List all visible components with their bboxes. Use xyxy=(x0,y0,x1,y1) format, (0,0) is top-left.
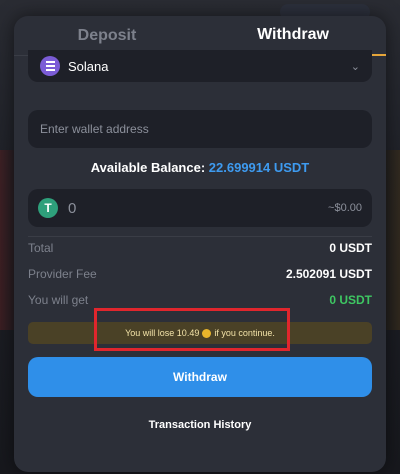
network-select[interactable]: Solana ⌄ xyxy=(28,50,372,82)
chevron-down-icon: ⌄ xyxy=(350,60,360,73)
network-label: Solana xyxy=(68,58,109,74)
amount-value[interactable]: 0 xyxy=(68,200,76,217)
red-highlight-box xyxy=(94,308,290,351)
total-label: Total xyxy=(28,241,54,255)
divider xyxy=(28,236,372,237)
backdrop-right-panel xyxy=(386,150,400,330)
you-will-get-value: 0 USDT xyxy=(329,293,372,307)
balance-value: 22.699914 USDT xyxy=(208,160,310,175)
total-value: 0 USDT xyxy=(329,241,372,255)
tether-icon: T xyxy=(38,198,58,218)
amount-input[interactable]: T 0 ~$0.00 xyxy=(28,189,372,227)
available-balance: Available Balance: 22.699914 USDT xyxy=(14,160,386,175)
withdraw-modal: Deposit Withdraw Solana ⌄ Available Bala… xyxy=(14,16,386,472)
provider-fee-value: 2.502091 USDT xyxy=(285,267,372,281)
you-will-get-row: You will get 0 USDT xyxy=(28,292,372,308)
backdrop-left-panel xyxy=(0,150,14,330)
provider-fee-label: Provider Fee xyxy=(28,267,97,281)
balance-label: Available Balance: xyxy=(90,160,206,175)
you-will-get-label: You will get xyxy=(28,293,89,307)
provider-fee-row: Provider Fee 2.502091 USDT xyxy=(28,266,372,282)
solana-icon xyxy=(40,56,60,76)
transaction-history-link[interactable]: Transaction History xyxy=(14,419,386,431)
amount-usd-value: ~$0.00 xyxy=(328,202,362,214)
total-row: Total 0 USDT xyxy=(28,240,372,256)
wallet-address-input[interactable] xyxy=(28,110,372,148)
withdraw-button[interactable]: Withdraw xyxy=(28,357,372,397)
